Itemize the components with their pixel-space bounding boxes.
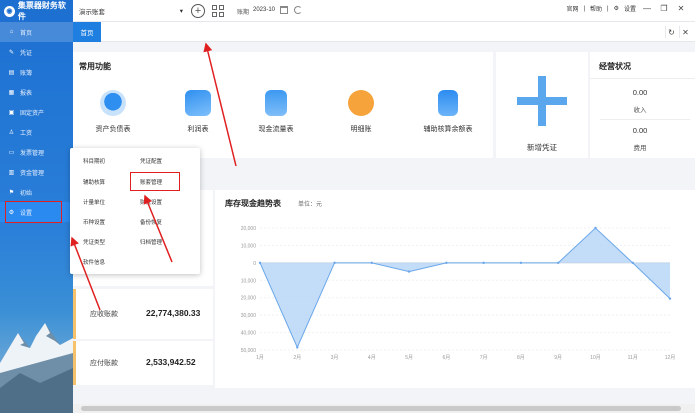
arrow-to-account-set [143, 194, 173, 263]
scrollbar-thumb[interactable] [81, 406, 681, 411]
arrow-to-add-button [203, 42, 237, 167]
annotation-arrows [70, 42, 237, 311]
arrow-to-settings [70, 236, 101, 311]
horizontal-scrollbar[interactable] [73, 404, 695, 413]
